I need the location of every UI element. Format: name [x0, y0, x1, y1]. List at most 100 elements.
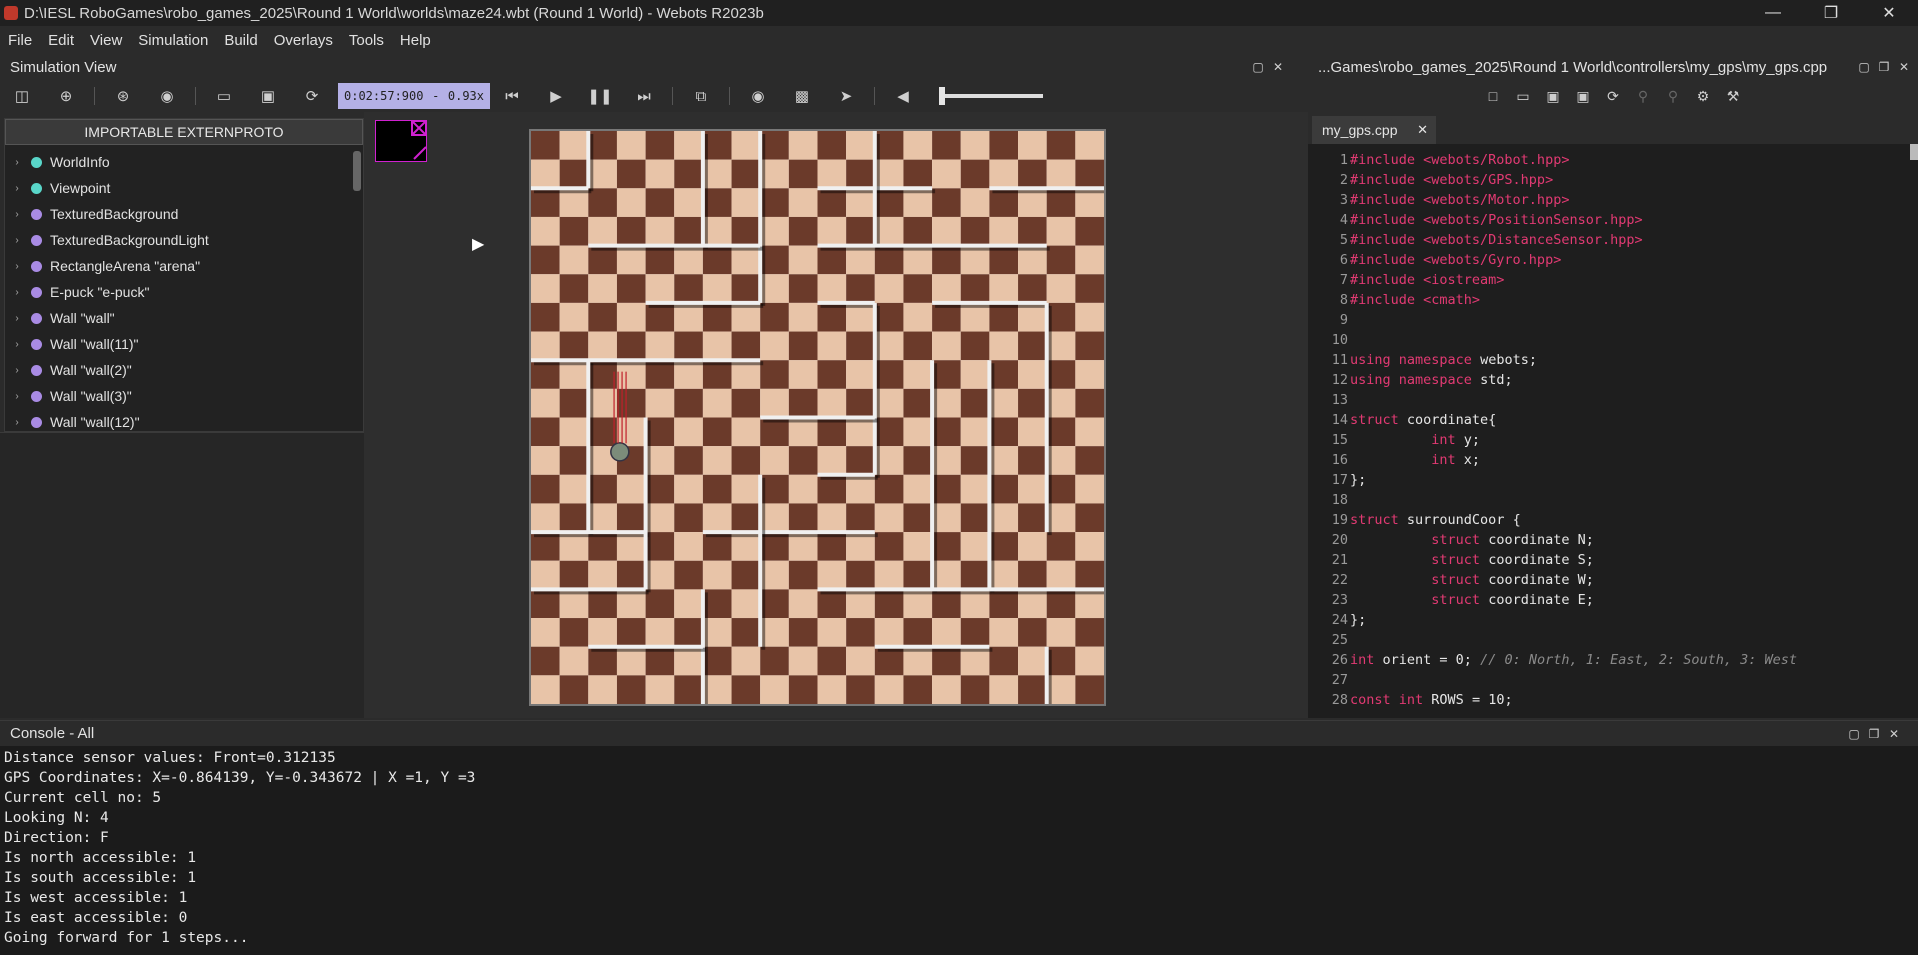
line-number: 6 — [1339, 252, 1348, 268]
pause-icon[interactable]: ❚❚ — [587, 83, 613, 109]
tree-item-epuck[interactable]: › E-puck "e-puck" — [5, 279, 363, 305]
tree-item-wall[interactable]: › Wall "wall" — [5, 305, 363, 331]
console-line: Looking N: 4 — [4, 810, 109, 826]
viewpoint-cube[interactable] — [375, 120, 427, 162]
separator — [672, 87, 673, 105]
undock-icon[interactable]: ▢ — [1854, 60, 1874, 74]
code-line: 17}; — [1308, 470, 1918, 490]
editor-header: ...Games\robo_games_2025\Round 1 World\c… — [1308, 54, 1918, 80]
chevron-right-icon[interactable]: › — [9, 313, 25, 324]
chevron-right-icon[interactable]: › — [9, 391, 25, 402]
new-icon[interactable]: □ — [1481, 88, 1505, 104]
menu-build[interactable]: Build — [216, 32, 265, 49]
chevron-right-icon[interactable]: › — [9, 183, 25, 194]
console-line: Going forward for 1 steps... — [4, 930, 249, 946]
code-line: 2 #include <webots/GPS.hpp> — [1308, 170, 1918, 190]
chevron-right-icon[interactable]: › — [9, 417, 25, 428]
render-toggle-icon[interactable]: ⧉ — [688, 83, 714, 109]
share-icon[interactable]: ➤ — [833, 83, 859, 109]
mouse-cursor-icon: ▶ — [472, 236, 485, 253]
volume-icon[interactable]: ◀ — [890, 83, 916, 109]
chevron-right-icon[interactable]: › — [9, 339, 25, 350]
scene-tree-list: › WorldInfo › Viewpoint › TexturedBackgroun… — [5, 145, 363, 435]
tree-item-label: RectangleArena "arena" — [50, 258, 201, 274]
maze-arena[interactable] — [529, 129, 1107, 707]
settings-icon[interactable]: ⚙ — [1691, 88, 1715, 105]
find-icon[interactable]: ⚲ — [1631, 88, 1655, 105]
line-number: 4 — [1339, 212, 1348, 228]
tree-item-wall-11[interactable]: › Wall "wall(11)" — [5, 331, 363, 357]
editor-scrollbar[interactable] — [1910, 144, 1918, 160]
node-dot — [31, 182, 42, 194]
tree-item-label: Wall "wall" — [50, 310, 115, 326]
add-node-icon[interactable]: ⊕ — [53, 83, 79, 109]
save-all-icon[interactable]: ▣ — [1571, 88, 1595, 105]
close-tab-icon[interactable]: ✕ — [1417, 122, 1428, 138]
tree-item-viewpoint[interactable]: › Viewpoint — [5, 175, 363, 201]
movie-icon[interactable]: ▩ — [789, 83, 815, 109]
float-icon[interactable]: ❐ — [1864, 727, 1884, 741]
follow-object-icon[interactable]: ⊛ — [110, 83, 136, 109]
reset-icon[interactable]: ⏮ — [499, 83, 525, 109]
chevron-right-icon[interactable]: › — [9, 157, 25, 168]
volume-slider-knob[interactable] — [939, 87, 945, 105]
undock-icon[interactable]: ▢ — [1844, 727, 1864, 741]
chevron-right-icon[interactable]: › — [9, 287, 25, 298]
play-icon[interactable]: ▶ — [543, 83, 569, 109]
scene-tree-scrollbar[interactable] — [353, 151, 361, 191]
menu-overlays[interactable]: Overlays — [266, 32, 341, 49]
hammer-icon[interactable]: ⚒ — [1721, 88, 1745, 105]
close-panel-icon[interactable]: ✕ — [1894, 60, 1914, 74]
camera-icon[interactable]: ◉ — [745, 83, 771, 109]
chevron-right-icon[interactable]: › — [9, 209, 25, 220]
menu-simulation[interactable]: Simulation — [130, 32, 216, 49]
menu-edit[interactable]: Edit — [40, 32, 82, 49]
eye-icon[interactable]: ◉ — [154, 83, 180, 109]
save-icon[interactable]: ▣ — [1541, 88, 1565, 105]
code-editor[interactable]: 1 #include <webots/Robot.hpp> 2 #include <w… — [1308, 144, 1918, 718]
maximize-icon[interactable]: ❐ — [1802, 0, 1860, 26]
reload-icon[interactable]: ⟳ — [299, 83, 325, 109]
simulation-view-title: Simulation View — [10, 58, 117, 76]
line-text: #include <webots/GPS.hpp> — [1350, 172, 1554, 188]
close-panel-icon[interactable]: ✕ — [1884, 727, 1904, 741]
tree-item-arena[interactable]: › RectangleArena "arena" — [5, 253, 363, 279]
chevron-right-icon[interactable]: › — [9, 365, 25, 376]
replace-icon[interactable]: ⚲ — [1661, 88, 1685, 105]
tree-item-wall-3[interactable]: › Wall "wall(3)" — [5, 383, 363, 409]
tree-item-wall-2[interactable]: › Wall "wall(2)" — [5, 357, 363, 383]
line-text: #include <webots/PositionSensor.hpp> — [1350, 212, 1643, 228]
open-icon[interactable]: ▭ — [1511, 88, 1535, 105]
scene-tree-toggle-icon[interactable]: ◫ — [9, 83, 35, 109]
close-panel-icon[interactable]: ✕ — [1268, 60, 1288, 74]
tree-item-textured-background[interactable]: › TexturedBackground — [5, 201, 363, 227]
chevron-right-icon[interactable]: › — [9, 235, 25, 246]
line-number: 5 — [1339, 232, 1348, 248]
tree-item-worldinfo[interactable]: › WorldInfo — [5, 149, 363, 175]
close-icon[interactable]: ✕ — [1860, 0, 1918, 26]
app-icon — [4, 6, 18, 20]
console-output[interactable]: Distance sensor values: Front=0.312135 GP… — [0, 746, 1918, 955]
console-title: Console - All — [10, 725, 95, 742]
save-icon[interactable]: ▣ — [255, 83, 281, 109]
line-text: #include <cmath> — [1350, 292, 1481, 308]
menu-file[interactable]: File — [0, 32, 40, 49]
line-number: 23 — [1331, 592, 1348, 608]
menu-help[interactable]: Help — [392, 32, 439, 49]
tree-item-textured-background-light[interactable]: › TexturedBackgroundLight — [5, 227, 363, 253]
undock-icon[interactable]: ▢ — [1248, 60, 1268, 74]
menu-view[interactable]: View — [82, 32, 130, 49]
tab-label: my_gps.cpp — [1322, 122, 1398, 138]
float-icon[interactable]: ❐ — [1874, 60, 1894, 74]
fast-forward-icon[interactable]: ⏭ — [631, 83, 657, 109]
importable-externproto-button[interactable]: IMPORTABLE EXTERNPROTO — [5, 119, 363, 145]
open-icon[interactable]: ▭ — [211, 83, 237, 109]
volume-slider[interactable] — [939, 87, 1043, 105]
chevron-right-icon[interactable]: › — [9, 261, 25, 272]
line-number: 18 — [1331, 492, 1348, 508]
menu-tools[interactable]: Tools — [341, 32, 392, 49]
minimize-icon[interactable]: — — [1744, 0, 1802, 26]
tab-my-gps-cpp[interactable]: my_gps.cpp ✕ — [1312, 116, 1436, 144]
reload-icon[interactable]: ⟳ — [1601, 88, 1625, 105]
code-line: 28 const int ROWS = 10; — [1308, 690, 1918, 710]
